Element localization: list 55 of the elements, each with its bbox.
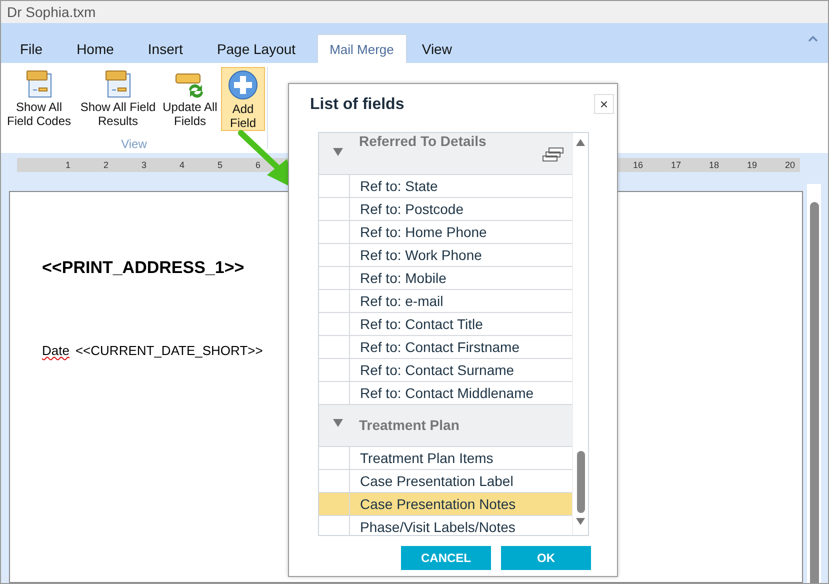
ruler-number: 2 xyxy=(102,160,110,170)
ribbon-tab[interactable]: View xyxy=(408,34,471,63)
ruler-number: 17 xyxy=(670,160,682,170)
close-button[interactable]: × xyxy=(594,94,614,114)
field-item[interactable]: Ref to: Contact Surname xyxy=(350,359,514,381)
group-header[interactable]: Referred To Details xyxy=(319,133,572,175)
group-header[interactable]: Treatment Plan xyxy=(319,405,572,447)
collapse-icon[interactable] xyxy=(808,35,818,42)
ruler-number: 16 xyxy=(632,160,644,170)
ribbon-tab[interactable]: Page Layout xyxy=(204,34,315,63)
field-item[interactable]: Ref to: Contact Title xyxy=(350,313,483,335)
scroll-thumb[interactable] xyxy=(810,202,819,583)
document-icon xyxy=(25,70,53,98)
field-item[interactable]: Treatment Plan Items xyxy=(350,447,494,469)
triangle-icon[interactable] xyxy=(333,148,343,156)
field-item[interactable]: Ref to: Work Phone xyxy=(350,244,482,266)
triangle-icon[interactable] xyxy=(333,419,343,427)
date-label: Date xyxy=(42,343,70,358)
ruler-number: 4 xyxy=(178,160,186,170)
scroll-thumb[interactable] xyxy=(577,451,585,513)
scroll-up-icon[interactable] xyxy=(576,139,585,146)
ruler-number: 1 xyxy=(64,160,72,170)
field-item[interactable]: Ref to: Contact Firstname xyxy=(350,336,520,358)
ruler-number: 6 xyxy=(254,160,262,170)
window-title: Dr Sophia.txm xyxy=(7,4,96,20)
merge-field: <<CURRENT_DATE_SHORT>> xyxy=(75,343,263,358)
group-name: Referred To Details xyxy=(359,133,486,149)
ruler-number: 18 xyxy=(708,160,720,170)
scroll-down-icon[interactable] xyxy=(576,518,585,525)
field-item[interactable]: Ref to: Postcode xyxy=(350,198,464,220)
plus-icon xyxy=(228,70,258,100)
ribbon-button[interactable]: Show All Field Codes xyxy=(3,67,75,131)
stack-icon xyxy=(542,147,564,163)
ribbon-tab[interactable]: Mail Merge xyxy=(316,34,407,63)
ruler-number: 19 xyxy=(746,160,758,170)
ribbon-button[interactable]: Update All Fields xyxy=(161,67,219,131)
group-name: Treatment Plan xyxy=(359,417,460,433)
ribbon-tab[interactable]: Insert xyxy=(134,34,202,63)
field-item[interactable]: Phase/Visit Labels/Notes xyxy=(350,516,516,535)
field-item[interactable]: Ref to: Home Phone xyxy=(350,221,487,243)
ruler-number: 20 xyxy=(784,160,796,170)
dialog-title: List of fields xyxy=(310,96,404,114)
field-item[interactable]: Ref to: e-mail xyxy=(350,290,444,312)
ribbon-button[interactable]: Show All Field Results xyxy=(77,67,159,131)
document-icon xyxy=(104,70,132,98)
field-item[interactable]: Ref to: State xyxy=(350,175,438,197)
field-item[interactable]: Ref to: Contact Middlename xyxy=(350,382,534,404)
field-item[interactable]: Ref to: Mobile xyxy=(350,267,446,289)
ribbon-tab[interactable]: Home xyxy=(64,34,133,63)
ruler-number: 5 xyxy=(216,160,224,170)
ruler-number: 3 xyxy=(140,160,148,170)
group-label: View xyxy=(121,137,147,151)
field-item[interactable]: Case Presentation Label xyxy=(350,470,514,492)
ribbon-button[interactable]: Add Field xyxy=(221,67,265,131)
ribbon-tab[interactable]: File xyxy=(7,34,62,63)
